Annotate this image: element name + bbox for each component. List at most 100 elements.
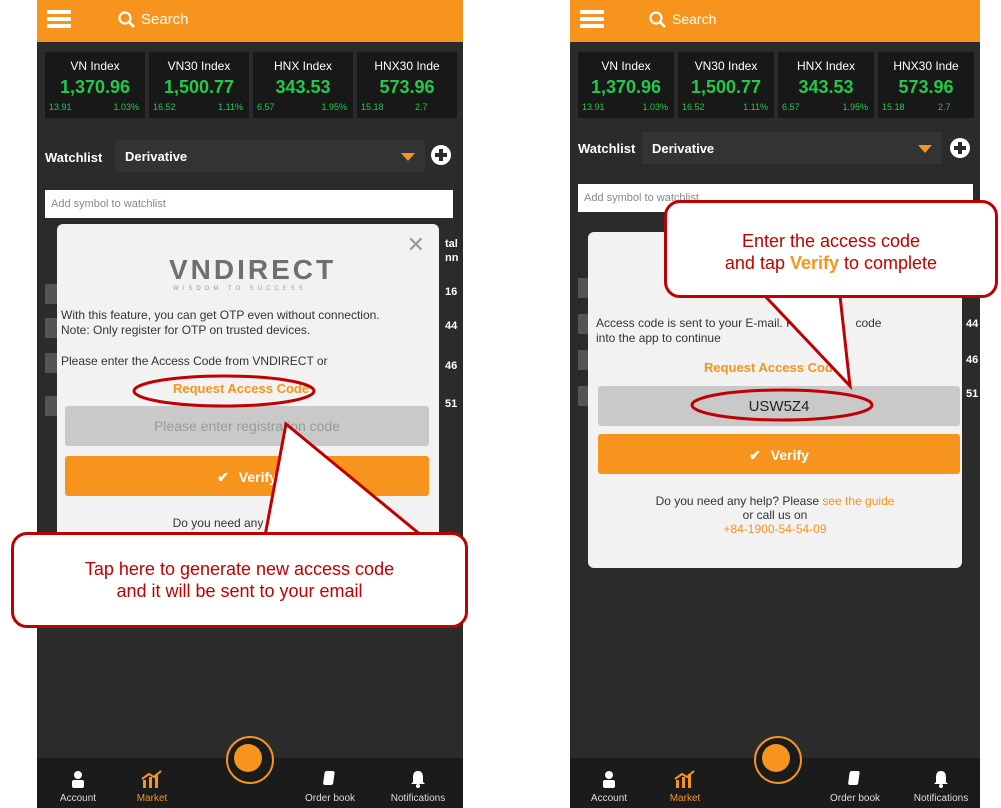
index-value: 1,370.96	[590, 77, 662, 97]
search-input[interactable]: Search	[672, 11, 716, 27]
nav-account-label: Account	[59, 793, 97, 804]
row-value: 51	[445, 398, 458, 410]
callout-left: Tap here to generate new access code and…	[11, 532, 468, 628]
orderbook-icon	[323, 771, 335, 785]
index-change: 13.91	[582, 102, 605, 112]
nav-notifications[interactable]: Notifications	[906, 770, 976, 804]
index-change: 15.18	[882, 102, 905, 112]
plus-icon[interactable]	[950, 138, 970, 158]
account-icon	[603, 771, 615, 788]
access-code-sent-text: Access code is sent to your E-mail. Plea…	[596, 316, 962, 346]
index-name: HNX Index	[273, 59, 333, 73]
verify-label: Verify	[238, 469, 277, 485]
bottom-nav: Account Market Order book Notifications	[570, 736, 980, 808]
request-access-code-link[interactable]: Request Access Code	[704, 360, 840, 375]
watchlist-select[interactable]: Derivative	[115, 140, 425, 172]
index-card-vn30[interactable]: VN30 Index 1,500.77 16.52 1.11%	[678, 52, 774, 118]
index-pct: 1.11%	[743, 102, 768, 112]
registration-code-input[interactable]	[65, 406, 429, 446]
check-icon: ✔	[217, 469, 229, 485]
plus-icon[interactable]	[431, 145, 451, 165]
index-name: VN30 Index	[167, 59, 231, 73]
index-change: 16.52	[682, 102, 705, 112]
right-phone-screen: Search VN Index 1,370.96 13.91 1.03% VN3…	[570, 0, 980, 808]
row-value: 46	[966, 354, 979, 366]
index-value: 1,500.77	[690, 77, 762, 97]
index-name: HNX30 Inde	[374, 59, 440, 73]
top-bar: Search	[37, 0, 463, 42]
index-pct: 1.11%	[218, 102, 243, 112]
index-card-hnx30[interactable]: HNX30 Inde 573.96 15.18 2.7	[878, 52, 974, 118]
watchlist-selected: Derivative	[125, 149, 188, 164]
callout-line: to complete	[839, 253, 938, 273]
otp-modal: ✕ VNDIRECT WISDOM TO SUCCESS With this f…	[57, 224, 439, 544]
cart-icon[interactable]	[754, 736, 802, 784]
verify-label: Verify	[770, 447, 809, 463]
verify-button[interactable]: ✔ Verify	[598, 434, 960, 474]
see-guide-link[interactable]: see the guide	[822, 494, 894, 508]
index-card-hnx30[interactable]: HNX30 Inde 573.96 15.18 2.7	[357, 52, 457, 118]
watchlist-label: Watchlist	[45, 150, 103, 165]
nav-notifications[interactable]: Notifications	[383, 770, 453, 804]
nav-account[interactable]: Account	[574, 770, 644, 804]
callout-line: Tap here to generate new access code	[84, 559, 395, 579]
table-row	[578, 350, 588, 370]
index-value: 343.53	[798, 77, 854, 97]
bell-icon	[411, 771, 425, 788]
index-pct: 1.03%	[642, 102, 668, 112]
nav-market[interactable]: Market	[650, 770, 720, 804]
nav-orderbook-label: Order book	[304, 793, 356, 804]
watchlist-selected: Derivative	[652, 141, 715, 156]
column-header-fragment: tal	[445, 238, 458, 250]
add-symbol-input[interactable]	[45, 190, 453, 218]
watchlist-select[interactable]: Derivative	[642, 132, 942, 164]
nav-orderbook-label: Order book	[829, 793, 881, 804]
request-access-code-link[interactable]: Request Access Code	[173, 381, 309, 396]
registration-code-input[interactable]	[598, 386, 960, 426]
bottom-nav: Account Market Order book Notifications	[37, 736, 463, 808]
callout-right: Enter the access code and tap Verify to …	[664, 200, 998, 298]
index-pct: 1.03%	[113, 102, 139, 112]
nav-account[interactable]: Account	[43, 770, 113, 804]
access-code-instruction: Please enter the Access Code from VNDIRE…	[61, 354, 328, 368]
index-change: 15.18	[361, 102, 384, 112]
search-input[interactable]: Search	[141, 11, 189, 28]
close-icon[interactable]: ✕	[407, 232, 425, 258]
description-line: code	[855, 316, 882, 330]
chevron-down-icon	[401, 153, 415, 161]
left-phone-screen: Search VN Index 1,370.96 13.91 1.03% VN3…	[37, 0, 463, 808]
callout-line: and it will be sent to your email	[116, 581, 363, 601]
market-icon	[674, 770, 695, 788]
callout-verify-word: Verify	[789, 253, 840, 273]
description-line: Note: Only register for OTP on trusted d…	[61, 323, 311, 337]
row-value: 44	[445, 320, 458, 332]
index-pct: 1.95%	[321, 102, 347, 112]
nav-orderbook[interactable]: Order book	[295, 770, 365, 804]
search-icon[interactable]	[648, 10, 668, 30]
index-card-hnx[interactable]: HNX Index 343.53 6.57 1.95%	[778, 52, 874, 118]
index-card-vn30[interactable]: VN30 Index 1,500.77 16.52 1.11%	[149, 52, 249, 118]
check-icon: ✔	[749, 447, 761, 463]
help-line: Do you need any help? Please	[655, 494, 823, 508]
index-pct: 1.95%	[842, 102, 868, 112]
callout-line: Enter the access code	[741, 231, 921, 251]
cart-icon[interactable]	[226, 736, 274, 784]
row-value: 51	[966, 388, 979, 400]
top-bar: Search	[570, 0, 980, 42]
description-line: into the app to continue	[596, 331, 721, 345]
nav-notifications-label: Notifications	[390, 793, 446, 804]
index-ticker: VN Index 1,370.96 13.91 1.03% VN30 Index…	[45, 52, 463, 118]
nav-market[interactable]: Market	[117, 770, 187, 804]
index-card-vn[interactable]: VN Index 1,370.96 13.91 1.03%	[45, 52, 145, 118]
phone-link[interactable]: +84-1900-54-54-09	[588, 522, 962, 536]
hamburger-icon[interactable]	[580, 8, 606, 30]
index-change: 16.52	[153, 102, 176, 112]
index-card-vn[interactable]: VN Index 1,370.96 13.91 1.03%	[578, 52, 674, 118]
verify-button[interactable]: ✔ Verify	[65, 456, 429, 496]
nav-notifications-label: Notifications	[913, 793, 969, 804]
nav-orderbook[interactable]: Order book	[820, 770, 890, 804]
index-change: 6.57	[782, 102, 800, 112]
search-icon[interactable]	[117, 10, 137, 30]
hamburger-icon[interactable]	[47, 8, 73, 30]
index-card-hnx[interactable]: HNX Index 343.53 6.57 1.95%	[253, 52, 353, 118]
